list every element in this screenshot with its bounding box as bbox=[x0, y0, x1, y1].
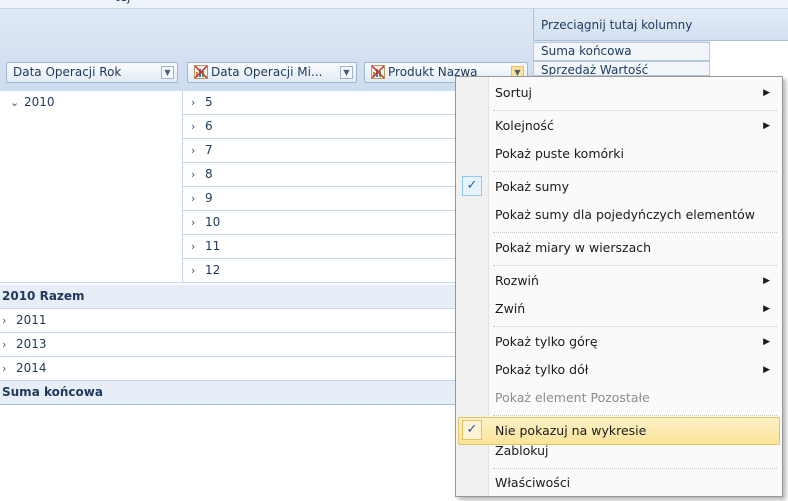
menu-item-properties[interactable]: Właściwości bbox=[458, 469, 780, 497]
expand-chevron-icon[interactable]: › bbox=[191, 91, 205, 114]
menu-separator bbox=[493, 265, 777, 266]
month-label: 7 bbox=[205, 143, 213, 157]
top-strip: tej bbox=[0, 0, 788, 9]
menu-item-show-single-totals[interactable]: Pokaż sumy dla pojedyńczych elementów bbox=[458, 201, 780, 229]
expand-chevron-icon[interactable]: › bbox=[191, 187, 205, 210]
menu-item-label: Rozwiń bbox=[495, 273, 539, 288]
filter-dropdown-icon[interactable]: ▼ bbox=[340, 66, 353, 79]
total-2010-row[interactable]: 2010 Razem bbox=[0, 285, 472, 309]
month-row[interactable]: › 9 bbox=[182, 187, 472, 211]
column-drop-area[interactable]: Przeciągnij tutaj kolumny bbox=[533, 9, 788, 41]
menu-separator bbox=[493, 415, 777, 416]
field-button-month[interactable]: Data Operacji Mi... ▼ bbox=[187, 62, 357, 83]
menu-item-kolejnosc[interactable]: Kolejność ▶ bbox=[458, 112, 780, 140]
menu-item-label: Zablokuj bbox=[495, 443, 549, 458]
expand-chevron-icon[interactable]: › bbox=[2, 333, 16, 356]
month-label: 9 bbox=[205, 191, 213, 205]
year-label: 2010 bbox=[24, 95, 55, 109]
submenu-arrow-icon: ▶ bbox=[763, 276, 770, 286]
menu-item-label: Zwiń bbox=[495, 301, 526, 316]
field-button-year[interactable]: Data Operacji Rok ▼ bbox=[6, 62, 178, 83]
menu-item-label: Właściwości bbox=[495, 475, 571, 490]
month-row[interactable]: › 7 bbox=[182, 139, 472, 163]
month-label: 11 bbox=[205, 239, 221, 253]
expand-chevron-icon[interactable]: › bbox=[191, 163, 205, 186]
menu-item-label: Pokaż tylko dół bbox=[495, 362, 589, 377]
menu-item-show-empty-cells[interactable]: Pokaż puste komórki bbox=[458, 140, 780, 168]
year-row-2011[interactable]: › 2011 bbox=[0, 309, 472, 333]
year-label: 2014 bbox=[16, 361, 47, 375]
menu-separator bbox=[493, 171, 777, 172]
grand-total-column-header[interactable]: Suma końcowa bbox=[533, 42, 710, 61]
grand-total-row[interactable]: Suma końcowa bbox=[0, 381, 472, 405]
field-label-month: Data Operacji Mi... bbox=[211, 65, 323, 79]
menu-separator bbox=[493, 232, 777, 233]
top-strip-text: tej bbox=[115, 0, 130, 4]
month-row[interactable]: › 6 bbox=[182, 115, 472, 139]
menu-item-show-top[interactable]: Pokaż tylko górę ▶ bbox=[458, 328, 780, 356]
expand-chevron-icon[interactable]: › bbox=[191, 259, 205, 282]
submenu-arrow-icon: ▶ bbox=[763, 88, 770, 98]
year-row-2014[interactable]: › 2014 bbox=[0, 357, 472, 381]
menu-item-label: Nie pokazuj na wykresie bbox=[495, 423, 647, 438]
month-label: 6 bbox=[205, 119, 213, 133]
expand-chevron-icon[interactable]: › bbox=[2, 309, 16, 332]
menu-item-label: Pokaż sumy bbox=[495, 179, 569, 194]
checkmark-icon: ✓ bbox=[462, 176, 482, 196]
submenu-arrow-icon: ▶ bbox=[763, 121, 770, 131]
menu-separator bbox=[493, 326, 777, 327]
menu-item-show-bottom[interactable]: Pokaż tylko dół ▶ bbox=[458, 356, 780, 384]
menu-item-label: Pokaż element Pozostałe bbox=[495, 390, 650, 405]
month-label: 10 bbox=[205, 215, 221, 229]
month-row[interactable]: › 11 bbox=[182, 235, 472, 259]
chart-icon bbox=[194, 65, 208, 79]
expand-chevron-icon[interactable]: › bbox=[191, 139, 205, 162]
menu-item-show-totals[interactable]: ✓ Pokaż sumy bbox=[458, 173, 780, 201]
expand-chevron-icon[interactable]: › bbox=[191, 235, 205, 258]
collapse-chevron-icon[interactable]: ⌄ bbox=[10, 91, 24, 114]
menu-separator bbox=[493, 110, 777, 111]
year-label: 2013 bbox=[16, 337, 47, 351]
submenu-arrow-icon: ▶ bbox=[763, 365, 770, 375]
menu-item-label: Pokaż miary w wierszach bbox=[495, 240, 652, 255]
field-label-year: Data Operacji Rok bbox=[13, 65, 122, 79]
menu-item-label: Kolejność bbox=[495, 118, 554, 133]
submenu-arrow-icon: ▶ bbox=[763, 337, 770, 347]
context-menu: Sortuj ▶ Kolejność ▶ Pokaż puste komórki ✓… bbox=[455, 76, 783, 497]
measure-column-header[interactable]: Sprzedaż Wartość bbox=[533, 61, 710, 76]
expand-chevron-icon[interactable]: › bbox=[191, 211, 205, 234]
menu-item-label: Pokaż sumy dla pojedyńczych elementów bbox=[495, 207, 755, 222]
year-label: 2011 bbox=[16, 313, 47, 327]
expand-chevron-icon[interactable]: › bbox=[191, 115, 205, 138]
row-header-2010[interactable]: ⌄ 2010 bbox=[0, 91, 182, 283]
menu-item-label: Sortuj bbox=[495, 85, 533, 100]
month-row[interactable]: › 10 bbox=[182, 211, 472, 235]
menu-item-sortuj[interactable]: Sortuj ▶ bbox=[458, 79, 780, 107]
chart-icon bbox=[371, 65, 385, 79]
menu-item-expand[interactable]: Rozwiń ▶ bbox=[458, 267, 780, 295]
month-label: 5 bbox=[205, 95, 213, 109]
month-row[interactable]: › 5 bbox=[182, 91, 472, 115]
month-label: 12 bbox=[205, 263, 221, 277]
submenu-arrow-icon: ▶ bbox=[763, 304, 770, 314]
menu-item-label: Pokaż puste komórki bbox=[495, 146, 625, 161]
menu-item-measures-in-rows[interactable]: Pokaż miary w wierszach bbox=[458, 234, 780, 262]
menu-item-label: Pokaż tylko górę bbox=[495, 334, 598, 349]
month-label: 8 bbox=[205, 167, 213, 181]
expand-chevron-icon[interactable]: › bbox=[2, 357, 16, 380]
filter-dropdown-icon[interactable]: ▼ bbox=[161, 66, 174, 79]
menu-item-collapse[interactable]: Zwiń ▶ bbox=[458, 295, 780, 323]
year-row-2013[interactable]: › 2013 bbox=[0, 333, 472, 357]
month-row[interactable]: › 12 bbox=[182, 259, 472, 283]
month-row[interactable]: › 8 bbox=[182, 163, 472, 187]
menu-item-lock[interactable]: Zablokuj bbox=[458, 437, 780, 465]
menu-item-show-other: Pokaż element Pozostałe bbox=[458, 384, 780, 412]
